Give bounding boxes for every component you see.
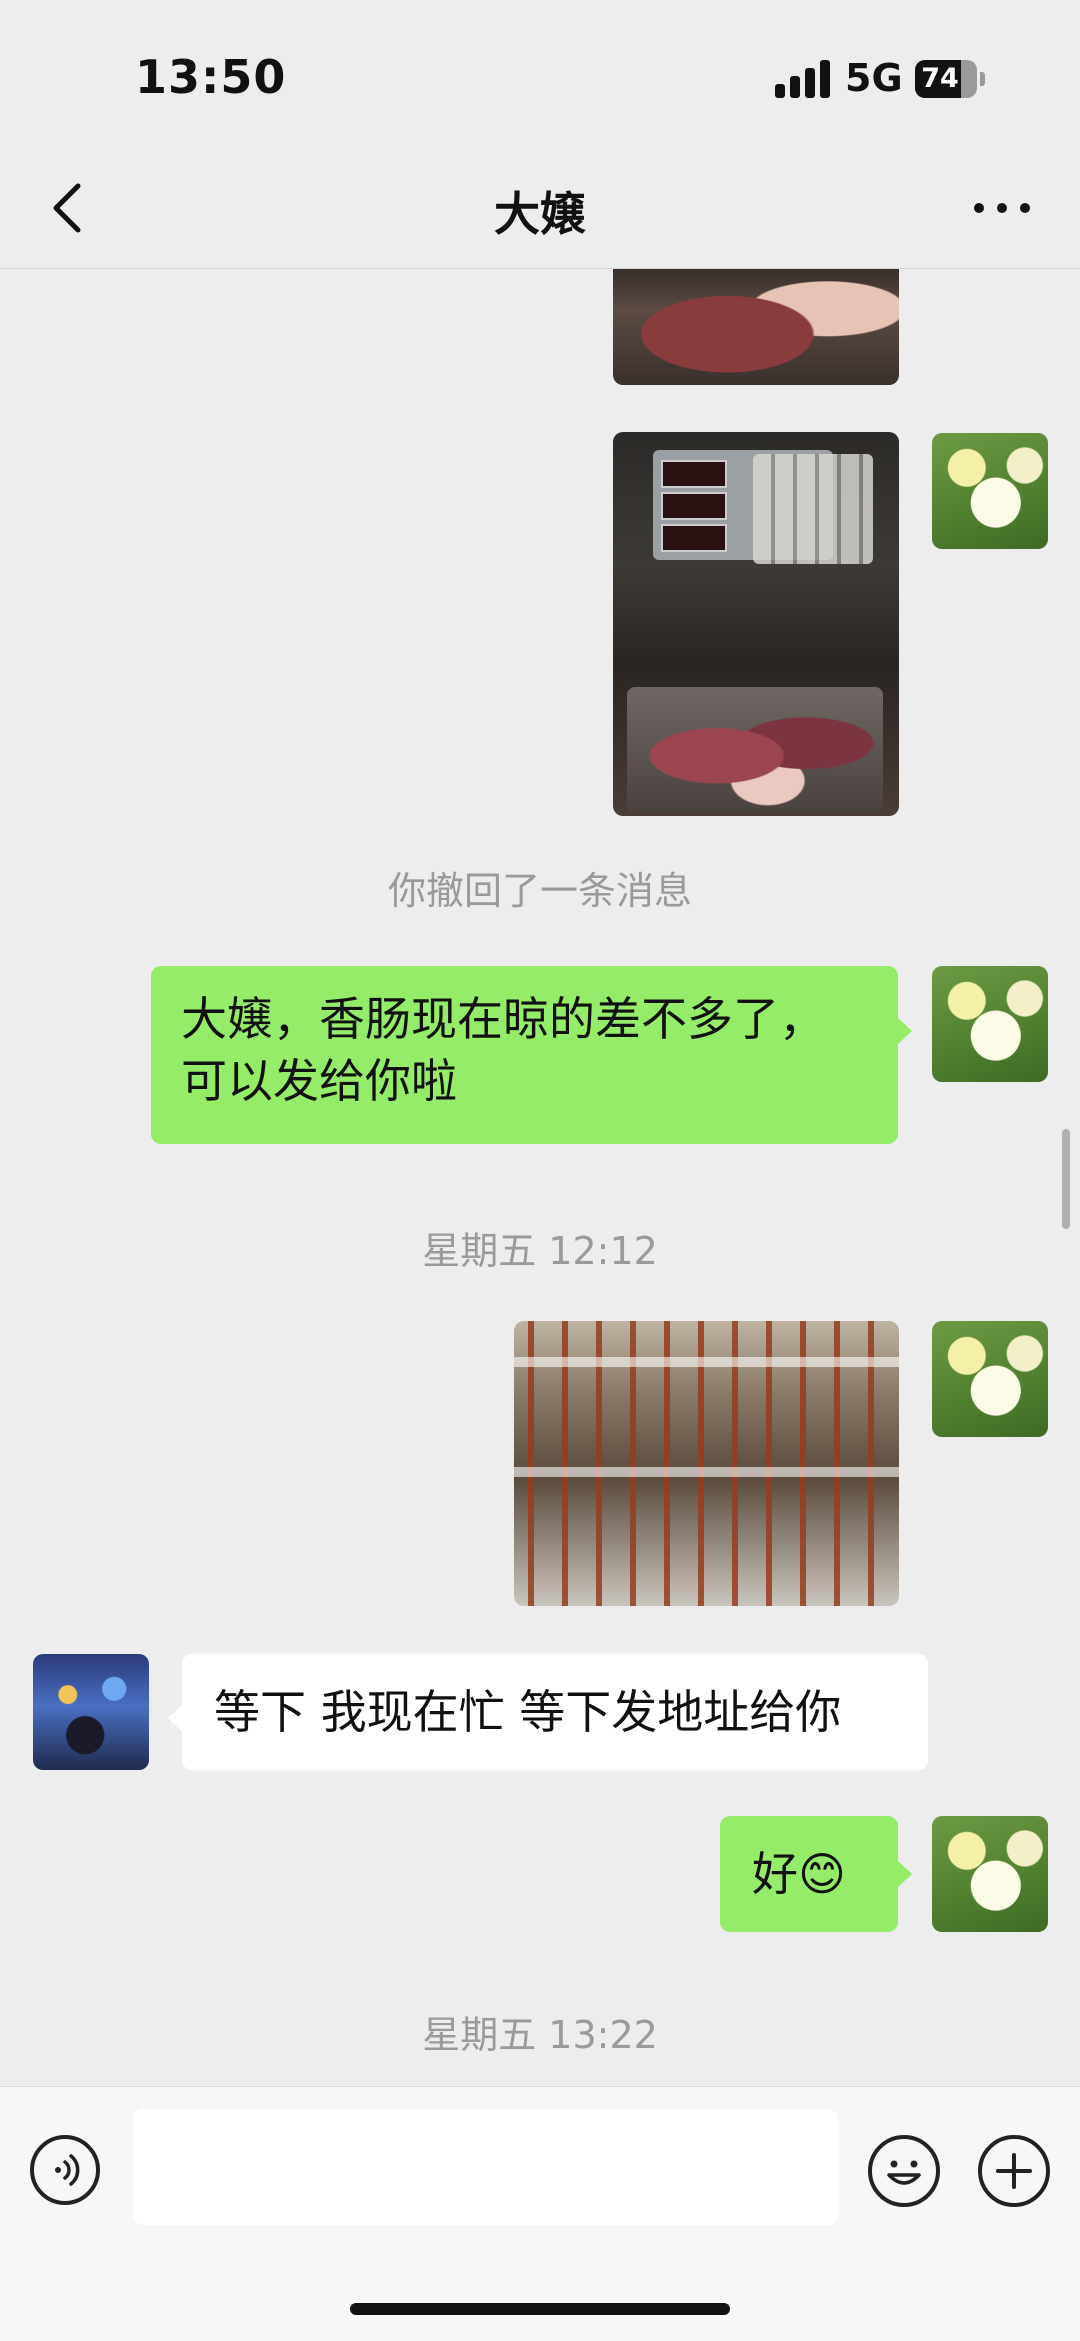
voice-button[interactable]	[30, 2135, 100, 2205]
message-list[interactable]: 你撤回了一条消息 大嬢，香肠现在晾的差不多了， 可以发给你啦 星期五 12:12…	[0, 268, 1080, 2086]
recall-notice: 你撤回了一条消息	[387, 869, 692, 913]
network-label: 5G	[845, 56, 903, 100]
my-avatar[interactable]	[932, 966, 1048, 1082]
nav-bar: 大嬢	[0, 150, 1080, 269]
more-button[interactable]	[970, 186, 1034, 230]
message-input[interactable]	[133, 2109, 838, 2225]
message-text: 好😊	[752, 1847, 846, 1901]
message-text: 大嬢，香肠现在晾的差不多了，	[181, 992, 825, 1046]
my-avatar[interactable]	[932, 1321, 1048, 1437]
message-text: 等下 我现在忙 等下发地址给你	[214, 1685, 842, 1739]
chat-screen: 13:50 5G 74 大嬢 你撤回了一条消息 大嬢，香肠现在晾的差不多了， 可…	[0, 0, 1080, 2341]
image-message[interactable]	[613, 268, 899, 385]
bubble-tail	[898, 1861, 912, 1887]
my-message-bubble[interactable]: 大嬢，香肠现在晾的差不多了， 可以发给你啦	[151, 966, 898, 1144]
bubble-tail	[168, 1705, 182, 1731]
scrollbar[interactable]	[1062, 1129, 1070, 1229]
signal-icon	[775, 60, 831, 98]
plus-button[interactable]	[978, 2135, 1050, 2207]
timestamp: 星期五 13:22	[422, 2013, 658, 2057]
home-indicator	[350, 2303, 730, 2315]
contact-avatar[interactable]	[33, 1654, 149, 1770]
scale-keypad	[753, 454, 873, 564]
battery-level: 74	[921, 63, 959, 94]
my-avatar[interactable]	[932, 1816, 1048, 1932]
more-dots-icon	[974, 203, 984, 213]
voice-icon	[55, 2154, 80, 2186]
image-message[interactable]	[514, 1321, 899, 1606]
their-message-bubble[interactable]: 等下 我现在忙 等下发地址给你	[182, 1654, 928, 1770]
status-bar: 13:50 5G 74	[0, 0, 1080, 150]
plus-icon	[996, 2153, 1032, 2189]
input-bar	[0, 2086, 1080, 2341]
message-text: 可以发给你啦	[181, 1054, 457, 1108]
timestamp: 星期五 12:12	[422, 1229, 658, 1273]
battery-icon: 74	[915, 60, 985, 98]
image-message[interactable]	[613, 432, 899, 816]
bubble-tail	[898, 1018, 912, 1044]
my-avatar[interactable]	[932, 433, 1048, 549]
status-time: 13:50	[135, 50, 287, 104]
meat-tray	[627, 687, 883, 812]
emoji-icon	[887, 2160, 921, 2185]
chat-title: 大嬢	[494, 187, 586, 241]
my-message-bubble[interactable]: 好😊	[720, 1816, 898, 1932]
emoji-button[interactable]	[868, 2135, 940, 2207]
